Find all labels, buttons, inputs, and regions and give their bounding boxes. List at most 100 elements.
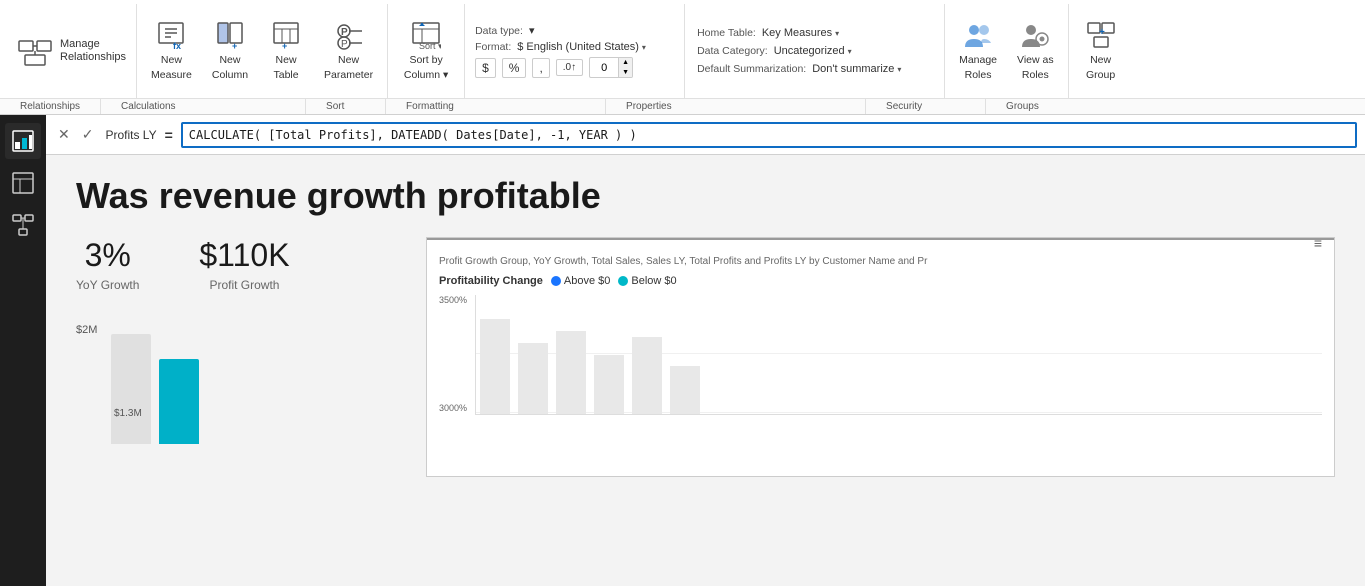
decimal-input[interactable]	[590, 60, 618, 76]
percent-button[interactable]: %	[502, 58, 527, 78]
sort-by-column-line2: Column ▾	[404, 69, 448, 82]
bar-chart-y-bottom: $1.3M	[114, 408, 142, 419]
sidebar-item-data-view[interactable]	[5, 165, 41, 201]
formula-input[interactable]	[189, 128, 1349, 142]
section-security: Security	[866, 99, 986, 114]
dollar-button[interactable]: $	[475, 58, 496, 78]
new-parameter-button[interactable]: P P New Parameter	[316, 16, 381, 85]
report-view-icon	[12, 130, 34, 152]
ribbon-group-calculations: fx New Measure + New Column	[137, 4, 388, 98]
model-view-icon	[12, 214, 34, 236]
spinner-down[interactable]: ▼	[619, 68, 632, 77]
formula-confirm-button[interactable]: ✓	[78, 124, 98, 145]
bar-chart-y-top: $2M	[76, 324, 97, 336]
new-group-line1: New	[1090, 54, 1111, 67]
new-group-line2: Group	[1086, 69, 1115, 82]
svg-text:+: +	[1099, 27, 1105, 38]
page-title: Was revenue growth profitable	[76, 175, 1335, 217]
section-relationships-label: Relationships	[20, 101, 80, 112]
relationships-svg	[17, 33, 53, 69]
panel-handle-icon: ≡	[1314, 235, 1322, 251]
manage-roles-icon	[962, 20, 994, 52]
new-table-button[interactable]: + New Table	[260, 16, 312, 85]
sort-by-column-icon: Sort ▾	[410, 20, 442, 52]
data-type-dropdown[interactable]: ▾	[529, 24, 535, 37]
section-groups-label: Groups	[1006, 101, 1039, 112]
manage-roles-button[interactable]: Manage Roles	[951, 16, 1005, 85]
y-label-3500: 3500%	[439, 295, 467, 305]
formula-cancel-button[interactable]: ✕	[54, 124, 74, 145]
col-5	[632, 337, 662, 414]
right-panel-header: Profit Growth Group, YoY Growth, Total S…	[439, 256, 1322, 267]
default-summarization-dropdown[interactable]: Don't summarize ▾	[812, 63, 901, 75]
data-view-icon	[12, 172, 34, 194]
chart-y-labels: 3500% 3000%	[439, 295, 467, 415]
new-measure-line1: New	[161, 54, 182, 67]
new-measure-button[interactable]: fx New Measure	[143, 16, 200, 85]
section-security-label: Security	[886, 101, 922, 112]
chart-columns	[480, 295, 700, 414]
section-relationships: Relationships	[0, 99, 101, 114]
right-panel: ≡ Profit Growth Group, YoY Growth, Total…	[426, 237, 1335, 477]
format-label: Format:	[475, 41, 511, 53]
col-1	[480, 319, 510, 414]
ribbon-group-properties: Home Table: Key Measures ▾ Data Category…	[685, 4, 945, 98]
spinner-up[interactable]: ▲	[619, 58, 632, 67]
decimal-input-group: ▲ ▼	[589, 57, 633, 77]
data-type-label: Data type:	[475, 25, 523, 37]
home-table-dropdown[interactable]: Key Measures ▾	[762, 27, 839, 39]
data-category-value: Uncategorized	[774, 45, 845, 57]
home-table-row: Home Table: Key Measures ▾	[697, 27, 839, 39]
legend-below: Below $0	[618, 275, 676, 287]
legend-above: Above $0	[551, 275, 610, 287]
y-label-3000: 3000%	[439, 403, 467, 413]
section-properties: Properties	[606, 99, 866, 114]
legend-title: Profitability Change	[439, 275, 543, 287]
legend-above-label: Above $0	[564, 275, 610, 287]
left-sidebar	[0, 115, 46, 586]
data-type-caret: ▾	[529, 24, 535, 37]
view-as-roles-line2: Roles	[1022, 69, 1049, 82]
ribbon: Manage Relationships fx New Measure	[0, 0, 1365, 115]
right-panel-content: Profit Growth Group, YoY Growth, Total S…	[439, 256, 1322, 415]
new-column-button[interactable]: + New Column	[204, 16, 256, 85]
yoy-growth-value: 3%	[85, 237, 131, 274]
format-dropdown[interactable]: $ English (United States) ▾	[517, 41, 646, 53]
new-parameter-line2: Parameter	[324, 69, 373, 82]
section-properties-label: Properties	[626, 101, 672, 112]
ribbon-group-security: Manage Roles View as Roles	[945, 4, 1069, 98]
view-as-roles-button[interactable]: View as Roles	[1009, 16, 1062, 85]
chart-area: 3500% 3000%	[439, 295, 1322, 415]
data-type-row: Data type: ▾	[475, 24, 534, 37]
view-as-roles-icon	[1019, 20, 1051, 52]
sort-by-column-button[interactable]: Sort ▾ Sort by Column ▾	[394, 16, 458, 85]
section-whatif: Sort	[306, 99, 386, 114]
ribbon-group-formatting: Data type: ▾ Format: $ English (United S…	[465, 4, 685, 98]
comma-button[interactable]: ,	[532, 58, 549, 78]
decimal-increase-button[interactable]: .0↑	[556, 59, 583, 76]
view-as-roles-line1: View as	[1017, 54, 1054, 67]
right-panel-topbar: ≡	[427, 238, 1334, 242]
formula-measure-name: Profits LY	[105, 128, 156, 142]
format-value: $ English (United States)	[517, 41, 639, 53]
section-whatif-label: Sort	[326, 101, 344, 112]
legend-below-label: Below $0	[631, 275, 676, 287]
default-summarization-label: Default Summarization:	[697, 63, 806, 75]
col-4	[594, 355, 624, 415]
new-parameter-icon: P P	[333, 20, 365, 52]
bars-container	[111, 334, 199, 444]
manage-relationships-button[interactable]: Manage Relationships	[8, 21, 128, 81]
chart-grid	[475, 295, 1322, 415]
manage-relationships-label: Manage Relationships	[60, 38, 120, 64]
sidebar-item-model-view[interactable]	[5, 207, 41, 243]
section-formatting-label: Formatting	[406, 101, 454, 112]
data-category-dropdown[interactable]: Uncategorized ▾	[774, 45, 852, 57]
new-group-button[interactable]: + New Group	[1075, 16, 1127, 85]
metrics-row: 3% YoY Growth $110K Profit Growth	[76, 237, 396, 292]
sidebar-item-report-view[interactable]	[5, 123, 41, 159]
ribbon-top: Manage Relationships fx New Measure	[0, 0, 1365, 98]
home-table-label: Home Table:	[697, 27, 756, 39]
svg-text:P: P	[341, 39, 348, 50]
new-measure-line2: Measure	[151, 69, 192, 82]
new-table-line1: New	[276, 54, 297, 67]
